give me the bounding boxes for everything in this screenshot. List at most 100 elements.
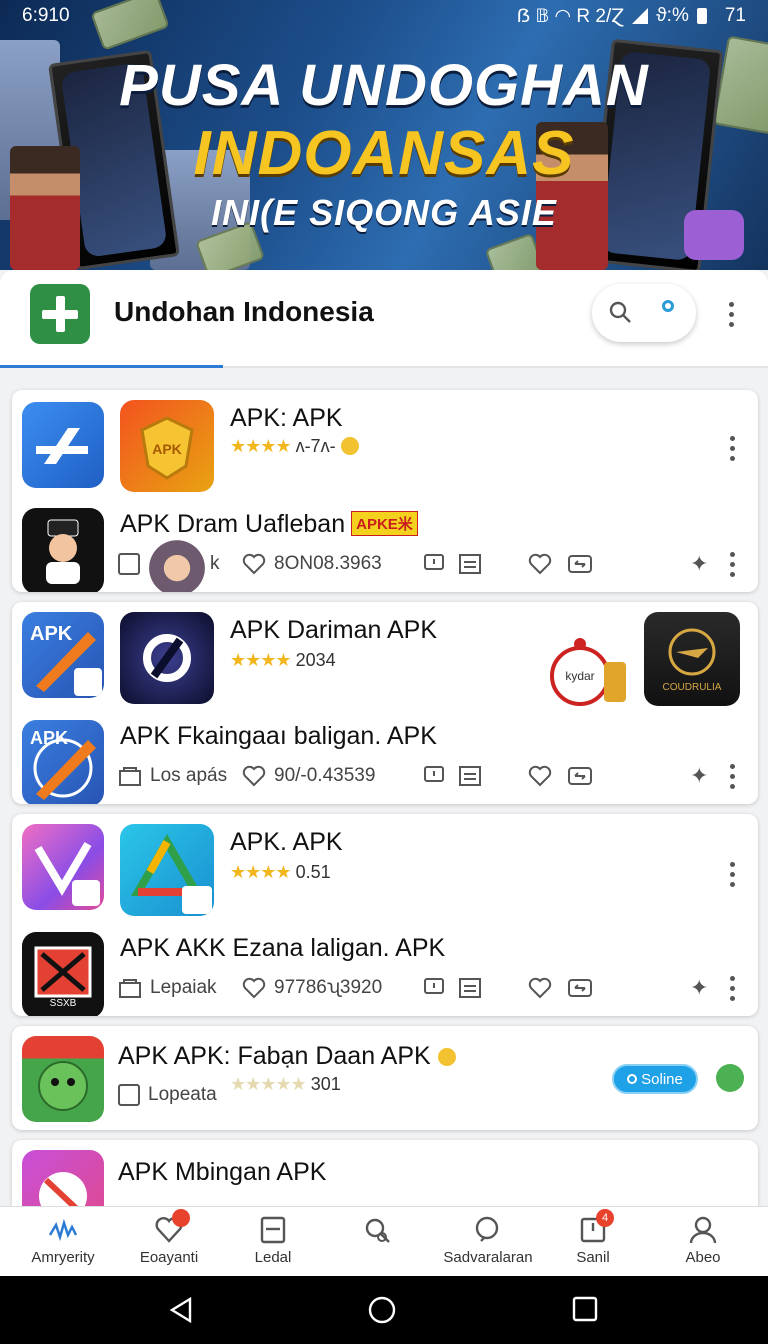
- comment-icon: [424, 554, 444, 570]
- app-icon-blocked[interactable]: [22, 1150, 104, 1206]
- emoji-icon: [437, 1048, 456, 1066]
- share-button[interactable]: [568, 553, 592, 575]
- app-menu-icon[interactable]: [730, 862, 736, 892]
- list-button[interactable]: [458, 977, 482, 999]
- list-button[interactable]: [458, 765, 482, 787]
- header-progress-bar: [0, 365, 223, 368]
- heart-icon: [154, 1209, 190, 1245]
- overflow-menu-icon[interactable]: [729, 302, 735, 332]
- star-rating-icon: ★★★★: [230, 650, 292, 670]
- app-icon-shield[interactable]: APK: [120, 400, 214, 492]
- comment-button[interactable]: [422, 553, 446, 575]
- system-navigation-bar: [0, 1276, 768, 1344]
- battery-percent: ϑ:%: [656, 5, 689, 26]
- app-menu-icon[interactable]: [730, 436, 736, 466]
- list-icon: [459, 766, 481, 786]
- app-menu-icon[interactable]: [730, 764, 736, 794]
- nav-label: Amryerity: [31, 1249, 95, 1266]
- app-card[interactable]: APK Mbingan APK: [12, 1140, 758, 1206]
- like-count: 90/-0.43539: [274, 765, 376, 786]
- back-icon[interactable]: [168, 1296, 194, 1324]
- app-actions: k 8ОN08.3963 ✦: [118, 534, 758, 592]
- nav-item-profile[interactable]: Abeo: [648, 1215, 758, 1266]
- online-chip[interactable]: Soline: [612, 1064, 698, 1094]
- app-icon-sync[interactable]: [120, 612, 214, 704]
- share-button[interactable]: [568, 977, 592, 999]
- notification-badge: 4: [596, 1209, 614, 1227]
- app-title[interactable]: APK APK: Fabạn Daan APK: [118, 1042, 456, 1071]
- app-actions: Los apás 90/-0.43539 ✦: [118, 760, 758, 792]
- category-button[interactable]: Lepaiak: [118, 977, 217, 999]
- app-icon-pencil[interactable]: APK: [22, 720, 104, 804]
- app-card[interactable]: APK APK Dariman APK ★★★★ 2034 kydar COUD…: [12, 602, 758, 804]
- sparkle-icon: ✦: [690, 551, 709, 576]
- app-icon-chef[interactable]: [22, 508, 104, 592]
- comment-button[interactable]: [422, 977, 446, 999]
- app-icon-gradient[interactable]: [22, 824, 104, 910]
- app-icon-character[interactable]: [22, 1036, 104, 1122]
- nav-item-favorites[interactable]: Eoayanti: [114, 1209, 224, 1266]
- category-button[interactable]: Los apás: [118, 765, 227, 787]
- nav-item-activity[interactable]: Amryerity: [8, 1215, 118, 1266]
- app-title[interactable]: APK AKK Ezana laligan. APK: [120, 934, 445, 963]
- app-icon-drive[interactable]: [120, 824, 214, 916]
- app-icon-label: COUDRULIA: [662, 682, 722, 693]
- app-icon-gold[interactable]: COUDRULIA: [644, 612, 740, 706]
- app-title[interactable]: APK. APK: [230, 828, 343, 857]
- recents-icon[interactable]: [572, 1296, 598, 1322]
- app-card[interactable]: APK APK: Fabạn Daan APK Lopeata ★★★★★ 30…: [12, 1026, 758, 1130]
- comment-icon: [424, 766, 444, 782]
- app-meta: Lepaiak: [150, 977, 217, 998]
- sparkle-button[interactable]: ✦: [690, 763, 708, 789]
- heart-icon: [242, 553, 266, 575]
- like-button[interactable]: 97786ʯ3920: [242, 977, 382, 999]
- comment-button[interactable]: [422, 765, 446, 787]
- app-card[interactable]: APK APK: APK ★★★★ ʌ-7ʌ- APK Dram Uafleba…: [12, 390, 758, 592]
- battery-icon: [696, 8, 707, 24]
- app-title[interactable]: APK: APK: [230, 404, 343, 433]
- search-button[interactable]: [592, 284, 696, 342]
- promo-badge: APKE米: [351, 511, 418, 536]
- sparkle-button[interactable]: ✦: [690, 975, 708, 1001]
- list-button[interactable]: [458, 553, 482, 575]
- app-title[interactable]: APK Dariman APK: [230, 616, 437, 645]
- app-card[interactable]: APK. APK ★★★★ 0.51 SSXB APK AKK Ezana la…: [12, 814, 758, 1016]
- like-button[interactable]: 8ОN08.3963: [242, 553, 382, 575]
- share-button[interactable]: [568, 765, 592, 787]
- sparkle-button[interactable]: ✦: [690, 551, 708, 577]
- app-title[interactable]: APK Dram Uafleban APKE米: [120, 510, 418, 539]
- favorite-button[interactable]: [528, 977, 552, 999]
- app-title[interactable]: APK Mbingan APK: [118, 1158, 326, 1187]
- app-logo-plus-icon[interactable]: [30, 284, 90, 344]
- document-icon: [258, 1215, 288, 1245]
- store-icon: [119, 767, 141, 786]
- nav-item-discover[interactable]: [322, 1215, 432, 1249]
- nav-item-inbox[interactable]: 4 Sanil: [538, 1209, 648, 1266]
- app-icon-crossed[interactable]: SSXB: [22, 932, 104, 1016]
- smiley-icon[interactable]: [716, 1064, 744, 1092]
- voice-icon: [662, 300, 674, 312]
- app-menu-icon[interactable]: [730, 976, 736, 1006]
- app-rating: ★★★★ 2034: [230, 650, 336, 670]
- emoji-icon: [340, 437, 359, 455]
- select-checkbox[interactable]: Lopeata: [118, 1084, 217, 1106]
- home-icon[interactable]: [368, 1296, 396, 1324]
- app-meta: Los apás: [150, 765, 228, 786]
- favorite-button[interactable]: [528, 765, 552, 787]
- nav-label: Sanil: [576, 1249, 610, 1266]
- app-icon-arrow[interactable]: [22, 402, 104, 488]
- teapot-image[interactable]: kydar: [534, 624, 630, 708]
- select-checkbox[interactable]: [118, 553, 140, 575]
- favorite-button[interactable]: [528, 553, 552, 575]
- nav-item-ledger[interactable]: Ledal: [218, 1215, 328, 1266]
- app-icon-pencil[interactable]: APK: [22, 612, 104, 698]
- nav-item-search[interactable]: Sadvaralaran: [432, 1215, 544, 1266]
- swap-icon: [568, 555, 592, 573]
- sparkle-icon: ✦: [690, 975, 709, 1000]
- like-button[interactable]: 90/-0.43539: [242, 765, 375, 787]
- app-title[interactable]: APK Fkaingaaı baligan. APK: [120, 722, 437, 751]
- app-icon-label: SSXB: [49, 998, 77, 1009]
- promo-banner[interactable]: PUSA UNDOGHAN INDOANSAS INI(E SIQONG ASI…: [0, 0, 768, 270]
- search-icon: [473, 1215, 503, 1245]
- app-menu-icon[interactable]: [730, 552, 736, 582]
